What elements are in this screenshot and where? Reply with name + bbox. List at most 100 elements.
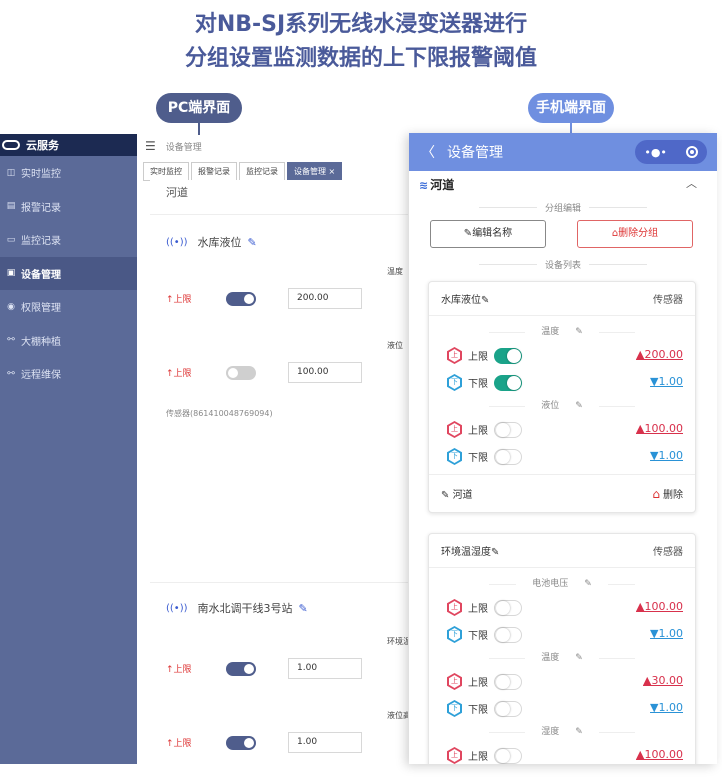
permission-icon: ◉	[7, 301, 15, 312]
collapse-icon[interactable]: ︿	[686, 175, 697, 191]
divider	[150, 214, 408, 215]
edit-icon[interactable]: ✎	[491, 547, 499, 558]
lower-limit-icon: 下	[447, 626, 462, 643]
camera-icon: ▭	[6, 234, 16, 245]
threshold-row: 上上限 ▲200.00	[429, 342, 695, 369]
tab[interactable]: 设备管理 ×	[287, 162, 343, 181]
threshold-input[interactable]: 200.00	[288, 288, 362, 309]
value-text: 30.00	[651, 674, 684, 687]
metric-name: 液位 ✎	[525, 401, 599, 411]
sidebar-item[interactable]: ◫ 实时监控	[0, 156, 137, 190]
divider	[150, 582, 408, 583]
down-triangle-icon: ▼	[650, 627, 659, 640]
sidebar-item-label: 大棚种植	[21, 336, 61, 348]
pc-group-name: 河道	[166, 186, 188, 199]
threshold-value[interactable]: ▲200.00	[636, 348, 683, 361]
limit-label: 上限	[468, 752, 488, 763]
edit-icon[interactable]: ✎	[299, 602, 308, 615]
limit-label: 下限	[468, 705, 488, 716]
threshold-input[interactable]: 1.00	[288, 732, 362, 753]
down-triangle-icon: ▼	[650, 449, 659, 462]
alarm-toggle[interactable]	[494, 747, 522, 764]
tab[interactable]: 监控记录	[239, 162, 285, 181]
back-icon[interactable]: 〈	[421, 142, 435, 162]
edit-icon: ✎	[441, 490, 453, 501]
sidebar-item[interactable]: ▭ 监控记录	[0, 223, 137, 257]
toggle-knob	[496, 627, 510, 642]
alarm-toggle[interactable]	[226, 365, 256, 380]
edit-icon[interactable]: ✎	[576, 579, 600, 589]
threshold-value[interactable]: ▲30.00	[643, 674, 683, 687]
alarm-toggle[interactable]	[494, 673, 522, 690]
threshold-input[interactable]: 100.00	[288, 362, 362, 383]
menu-toggle-icon[interactable]: ☰	[145, 139, 156, 153]
sidebar-item[interactable]: ▣ 设备管理	[0, 256, 137, 290]
tab[interactable]: 实时监控	[143, 162, 189, 181]
toggle-knob	[244, 663, 254, 674]
metric-label: 液位高	[387, 711, 408, 720]
pc-content: 河道 ((•)) 水库液位 ✎ ↑上限 200.00 温度 ↑上限 100.00 液位 传感器(8…	[150, 180, 408, 764]
limit-glyph: 上	[449, 675, 460, 688]
mobile-navbar: 〈 设备管理 •●•	[409, 133, 717, 171]
lower-limit-icon: 下	[447, 448, 462, 465]
alarm-toggle[interactable]	[494, 421, 522, 438]
move-group-button[interactable]: ✎ 河道	[441, 486, 473, 501]
delete-device-button[interactable]: ⌂ 删除	[652, 486, 683, 501]
alarm-toggle[interactable]	[494, 700, 522, 717]
limit-label: 下限	[468, 379, 488, 390]
alarm-toggle[interactable]	[494, 599, 522, 616]
alarm-toggle[interactable]	[226, 661, 256, 676]
threshold-input[interactable]: 1.00	[288, 658, 362, 679]
sidebar-item[interactable]: ▤ 报警记录	[0, 190, 137, 224]
sidebar-item[interactable]: ⚯ 远程维保	[0, 357, 137, 391]
value-text: 100.00	[644, 748, 684, 761]
threshold-value[interactable]: ▼1.00	[650, 627, 683, 640]
close-target-icon[interactable]	[685, 146, 698, 158]
metric-title: 温度 ✎	[429, 648, 695, 668]
alarm-toggle[interactable]	[494, 448, 522, 465]
sidebar-item[interactable]: ◉ 权限管理	[0, 290, 137, 324]
more-icon[interactable]: •●•	[644, 146, 667, 159]
signal-icon: ((•))	[166, 236, 188, 248]
threshold-value[interactable]: ▼1.00	[650, 701, 683, 714]
threshold-row: ↑上限 100.00	[166, 362, 362, 383]
device-icon: ▣	[6, 268, 16, 279]
sidebar-item[interactable]: ⚯ 大棚种植	[0, 324, 137, 358]
edit-icon[interactable]: ✎	[567, 327, 591, 337]
alarm-toggle[interactable]	[494, 374, 522, 391]
metric-name: 电池电压 ✎	[516, 579, 608, 589]
down-triangle-icon: ▼	[650, 375, 659, 388]
alarm-toggle[interactable]	[226, 735, 256, 750]
rename-button[interactable]: ✎编辑名称	[430, 220, 546, 248]
mobile-group-header[interactable]: ≋ 河道	[419, 176, 454, 193]
delete-group-button[interactable]: ⌂删除分组	[577, 220, 693, 248]
alarm-toggle[interactable]	[494, 626, 522, 643]
threshold-value[interactable]: ▲100.00	[636, 422, 683, 435]
alarm-toggle[interactable]	[226, 291, 256, 306]
footer-delete: 删除	[663, 490, 683, 501]
edit-icon[interactable]: ✎	[567, 727, 591, 737]
device-title: ((•)) 南水北调干线3号站 ✎	[166, 600, 308, 616]
limit-label: 下限	[468, 631, 488, 642]
threshold-value[interactable]: ▼1.00	[650, 449, 683, 462]
pc-topbar: ☰ 设备管理	[137, 134, 408, 158]
card-footer: ✎ 河道 ⌂ 删除	[429, 474, 695, 512]
alarm-toggle[interactable]	[494, 347, 522, 364]
toggle-knob	[496, 701, 510, 716]
brand: 云服务	[0, 134, 137, 156]
threshold-value[interactable]: ▲100.00	[636, 600, 683, 613]
edit-icon[interactable]: ✎	[567, 653, 591, 663]
trash-icon: ⌂	[652, 487, 660, 501]
upper-arrow-icon: ↑	[166, 295, 174, 305]
sidebar-item-label: 实时监控	[21, 169, 61, 181]
edit-icon[interactable]: ✎	[567, 401, 591, 411]
value-text: 100.00	[644, 422, 684, 435]
edit-icon[interactable]: ✎	[248, 236, 257, 249]
threshold-value[interactable]: ▲100.00	[636, 748, 683, 761]
threshold-value[interactable]: ▼1.00	[650, 375, 683, 388]
upper-arrow-icon: ↑	[166, 369, 174, 379]
threshold-row: 上上限 ▲100.00	[429, 416, 695, 443]
tab[interactable]: 报警记录	[191, 162, 237, 181]
edit-icon[interactable]: ✎	[481, 295, 489, 306]
threshold-row: ↑上限 200.00	[166, 288, 362, 309]
